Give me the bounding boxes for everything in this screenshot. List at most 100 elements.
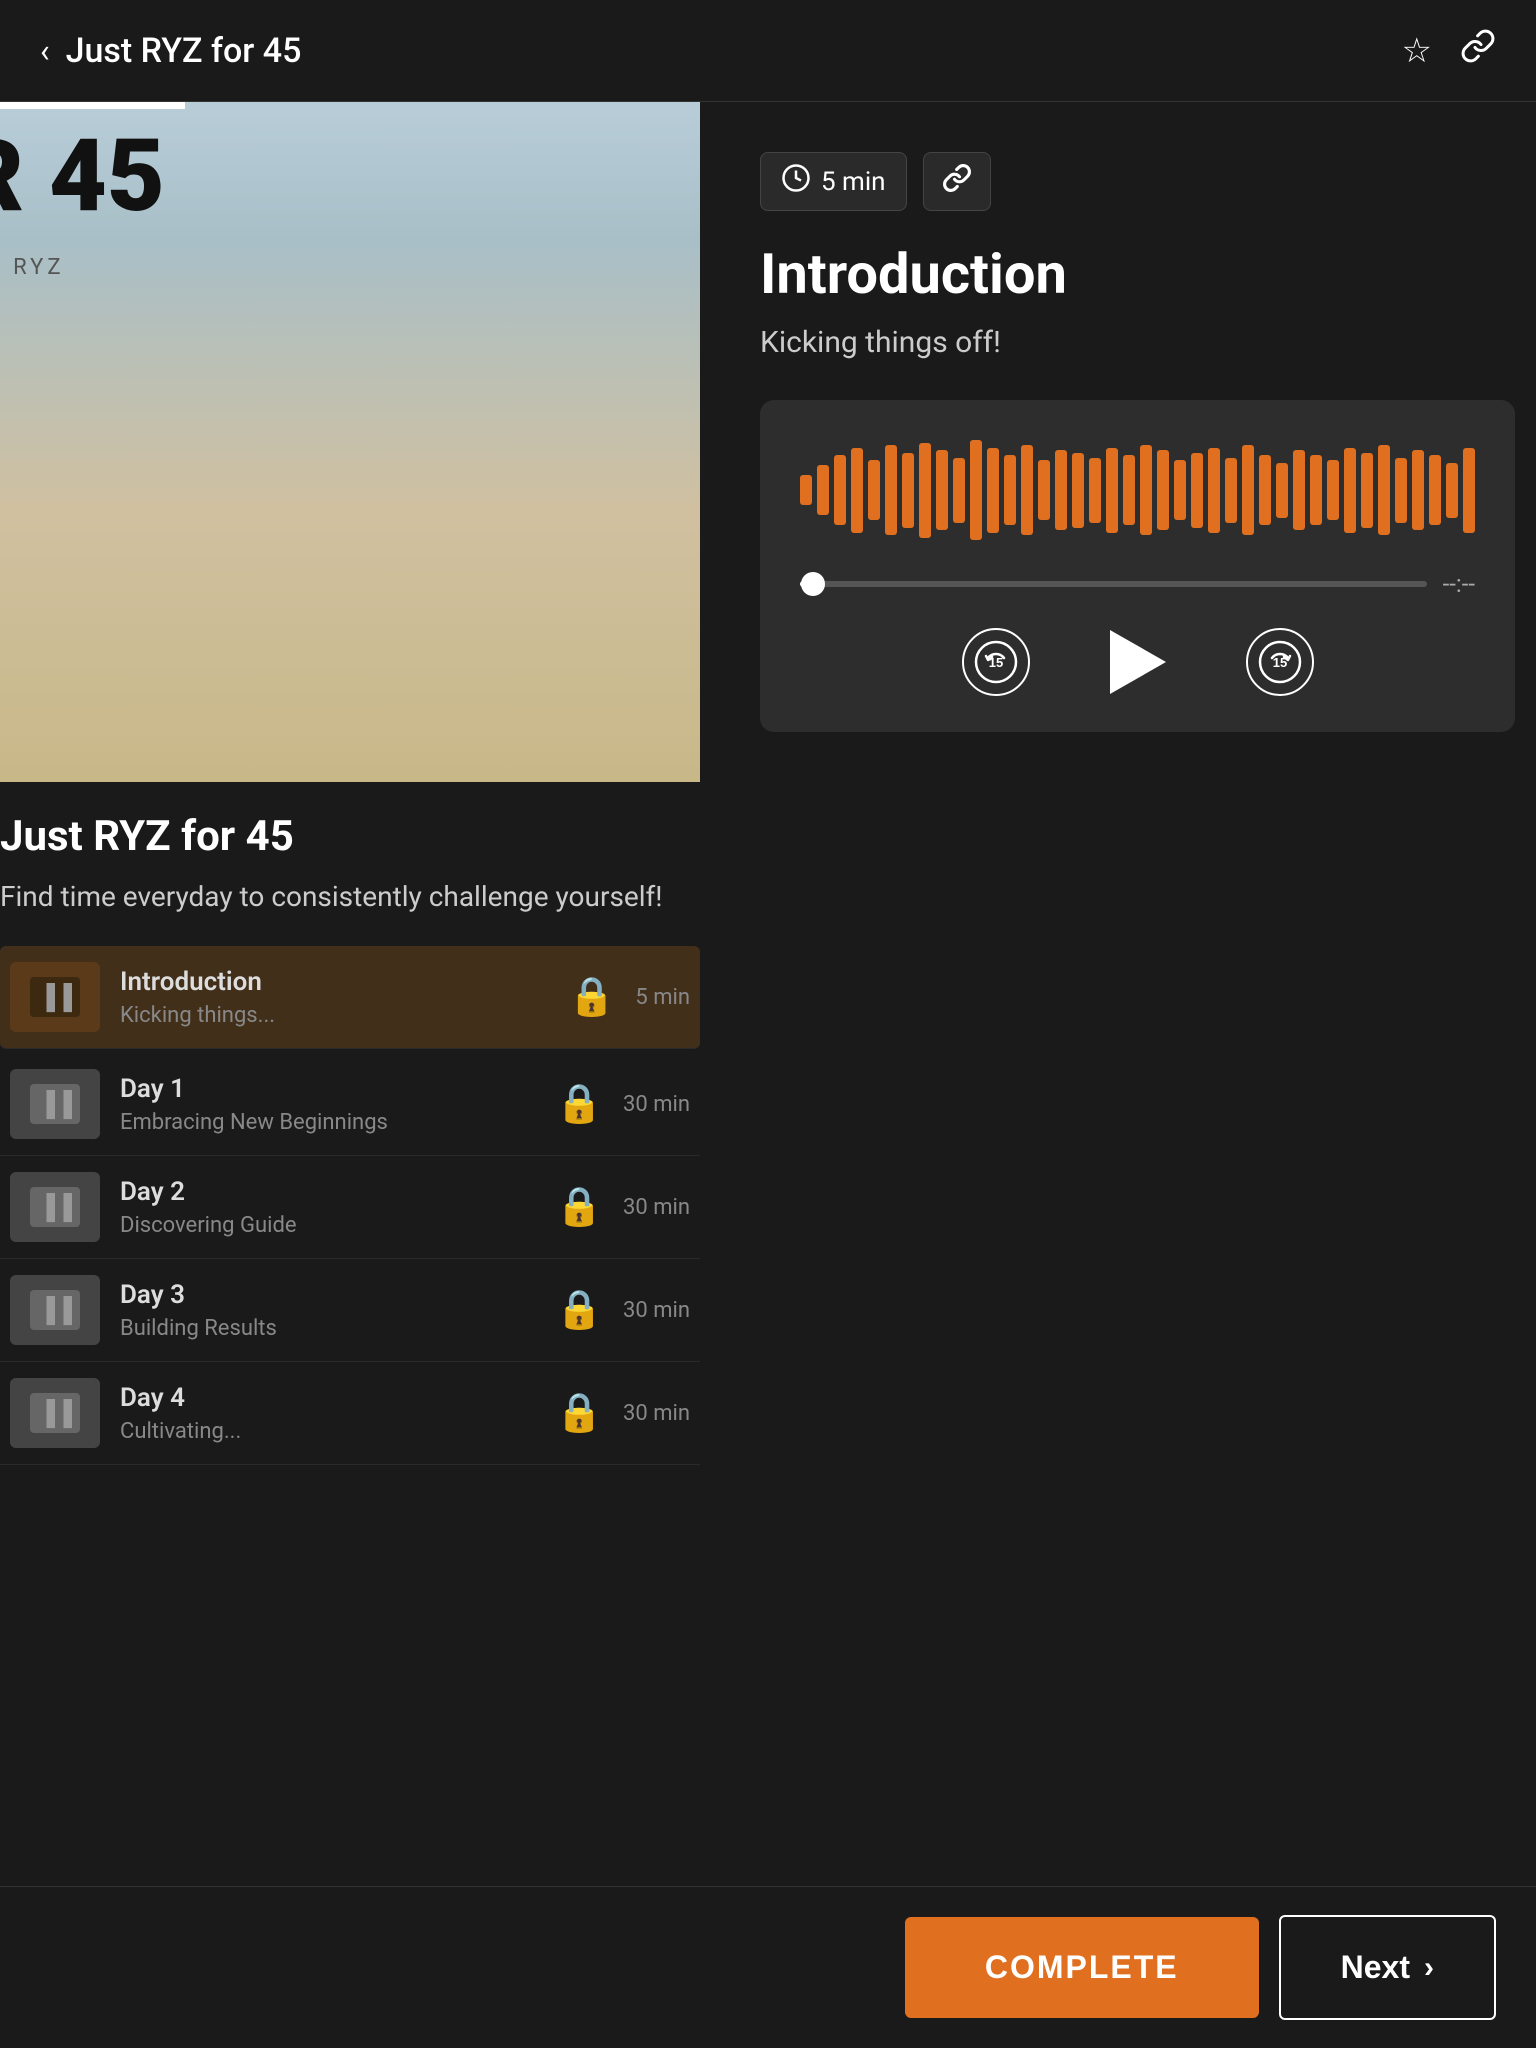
lesson-title: Introduction: [760, 241, 1515, 307]
duration-label: 5 min: [821, 167, 886, 197]
lesson-subtitle: Kicking things off!: [760, 325, 1515, 360]
next-label: Next: [1341, 1949, 1410, 1986]
waveform-bar: [936, 450, 948, 530]
waveform-bar: [1225, 458, 1237, 523]
lesson-item[interactable]: ▐▐ Day 1 Embracing New Beginnings 🔒 30 m…: [0, 1053, 700, 1156]
waveform-bar: [1259, 455, 1271, 525]
lesson-list: ▐▐ Introduction Kicking things... 🔒 5 mi…: [0, 946, 700, 1465]
lesson-item[interactable]: ▐▐ Day 2 Discovering Guide 🔒 30 min: [0, 1156, 700, 1259]
left-column: RYZ FOR 45 JUST RYZ Just RYZ for 45 Find…: [0, 102, 700, 1465]
waveform-bar: [1361, 453, 1373, 528]
play-triangle-icon: [1110, 630, 1166, 694]
lesson-subdesc: Embracing New Beginnings: [120, 1110, 536, 1135]
waveform-bar: [1140, 445, 1152, 535]
lock-icon: 🔒: [556, 1185, 603, 1229]
lesson-thumbnail: ▐▐: [10, 1378, 100, 1448]
lesson-subdesc: Discovering Guide: [120, 1213, 536, 1238]
waveform-bar: [1327, 460, 1339, 520]
course-title: Just RYZ for 45: [0, 812, 680, 861]
waveform-bar: [987, 448, 999, 533]
waveform-bar: [1208, 448, 1220, 533]
waveform-bar: [919, 443, 931, 538]
waveform-bar: [1157, 450, 1169, 530]
lesson-thumbnail: ▐▐: [10, 1275, 100, 1345]
progress-dot: [801, 572, 825, 596]
lesson-item[interactable]: ▐▐ Day 4 Cultivating... 🔒 30 min: [0, 1362, 700, 1465]
course-image-overlay: RYZ FOR 45 JUST RYZ: [0, 102, 350, 442]
waveform-bar: [970, 440, 982, 540]
course-info: Just RYZ for 45 Find time everyday to co…: [0, 782, 700, 916]
waveform-bar: [1429, 455, 1441, 525]
bottom-bar: COMPLETE Next ›: [0, 1886, 1536, 2048]
lesson-name: Day 4: [120, 1383, 536, 1413]
next-arrow-icon: ›: [1424, 1951, 1434, 1985]
course-description: Find time everyday to consistently chall…: [0, 877, 680, 916]
rewind-button[interactable]: 15: [962, 628, 1030, 696]
lesson-details: Day 4 Cultivating...: [100, 1383, 556, 1444]
audio-thumb-icon: ▐▐: [38, 1090, 72, 1119]
waveform-bar: [1310, 455, 1322, 525]
lesson-name: Day 3: [120, 1280, 536, 1310]
audio-thumb-icon: ▐▐: [38, 1193, 72, 1222]
lesson-duration: 5 min: [635, 985, 690, 1010]
lesson-details: Day 3 Building Results: [100, 1280, 556, 1341]
waveform-bar: [1378, 445, 1390, 535]
waveform-bar: [1191, 453, 1203, 528]
main-content: RYZ FOR 45 JUST RYZ Just RYZ for 45 Find…: [0, 102, 1536, 1465]
audio-waveform[interactable]: [800, 440, 1475, 540]
progress-time: --:--: [1443, 570, 1475, 598]
lock-icon: 🔒: [556, 1391, 603, 1435]
lesson-subdesc: Building Results: [120, 1316, 536, 1341]
waveform-bar: [817, 465, 829, 515]
header-title: Just RYZ for 45: [66, 31, 302, 71]
lesson-duration: 30 min: [623, 1195, 690, 1220]
waveform-bar: [834, 455, 846, 525]
player-controls: 15 15: [800, 628, 1475, 696]
complete-button[interactable]: COMPLETE: [905, 1917, 1259, 2018]
link-icon[interactable]: [1460, 28, 1496, 73]
lock-icon: 🔒: [568, 975, 615, 1019]
waveform-bar: [1038, 460, 1050, 520]
course-subtitle-text: FOR 45: [0, 127, 165, 227]
waveform-bar: [1004, 455, 1016, 525]
waveform-bar: [1446, 463, 1458, 518]
waveform-bar: [1463, 448, 1475, 533]
header: ‹ Just RYZ for 45 ☆: [0, 0, 1536, 102]
course-credit-text: JUST RYZ: [0, 255, 65, 280]
lesson-duration: 30 min: [623, 1401, 690, 1426]
lesson-item[interactable]: ▐▐ Introduction Kicking things... 🔒 5 mi…: [0, 946, 700, 1049]
waveform-bar: [885, 445, 897, 535]
waveform-bar: [1412, 450, 1424, 530]
lesson-subdesc: Cultivating...: [120, 1419, 536, 1444]
audio-player: --:-- 15: [760, 400, 1515, 732]
clock-icon: [781, 163, 811, 200]
waveform-bar: [1293, 450, 1305, 530]
lock-icon: 🔒: [556, 1288, 603, 1332]
duration-badge: 5 min: [760, 152, 907, 211]
forward-button[interactable]: 15: [1246, 628, 1314, 696]
lock-icon: 🔒: [556, 1082, 603, 1126]
lesson-name: Introduction: [120, 967, 548, 997]
lesson-duration: 30 min: [623, 1092, 690, 1117]
progress-bar[interactable]: [800, 581, 1427, 587]
waveform-bar: [953, 458, 965, 523]
audio-thumb-icon: ▐▐: [38, 983, 72, 1012]
lesson-details: Introduction Kicking things...: [100, 967, 568, 1028]
waveform-bar: [800, 475, 812, 505]
waveform-bar: [1072, 453, 1084, 528]
waveform-bar: [1174, 460, 1186, 520]
course-image: RYZ FOR 45 JUST RYZ: [0, 102, 700, 782]
lesson-thumbnail: ▐▐: [10, 1069, 100, 1139]
waveform-bar: [1395, 458, 1407, 523]
badges-row: 5 min: [760, 152, 1515, 211]
bookmark-icon[interactable]: ☆: [1402, 31, 1432, 71]
play-button[interactable]: [1110, 630, 1166, 694]
next-button[interactable]: Next ›: [1279, 1915, 1496, 2020]
back-button[interactable]: ‹ Just RYZ for 45: [40, 31, 301, 71]
back-arrow-icon: ‹: [40, 32, 50, 70]
lesson-name: Day 1: [120, 1074, 536, 1104]
waveform-bar: [1055, 450, 1067, 530]
waveform-bar: [1344, 448, 1356, 533]
link-badge-button[interactable]: [923, 152, 991, 211]
lesson-item[interactable]: ▐▐ Day 3 Building Results 🔒 30 min: [0, 1259, 700, 1362]
